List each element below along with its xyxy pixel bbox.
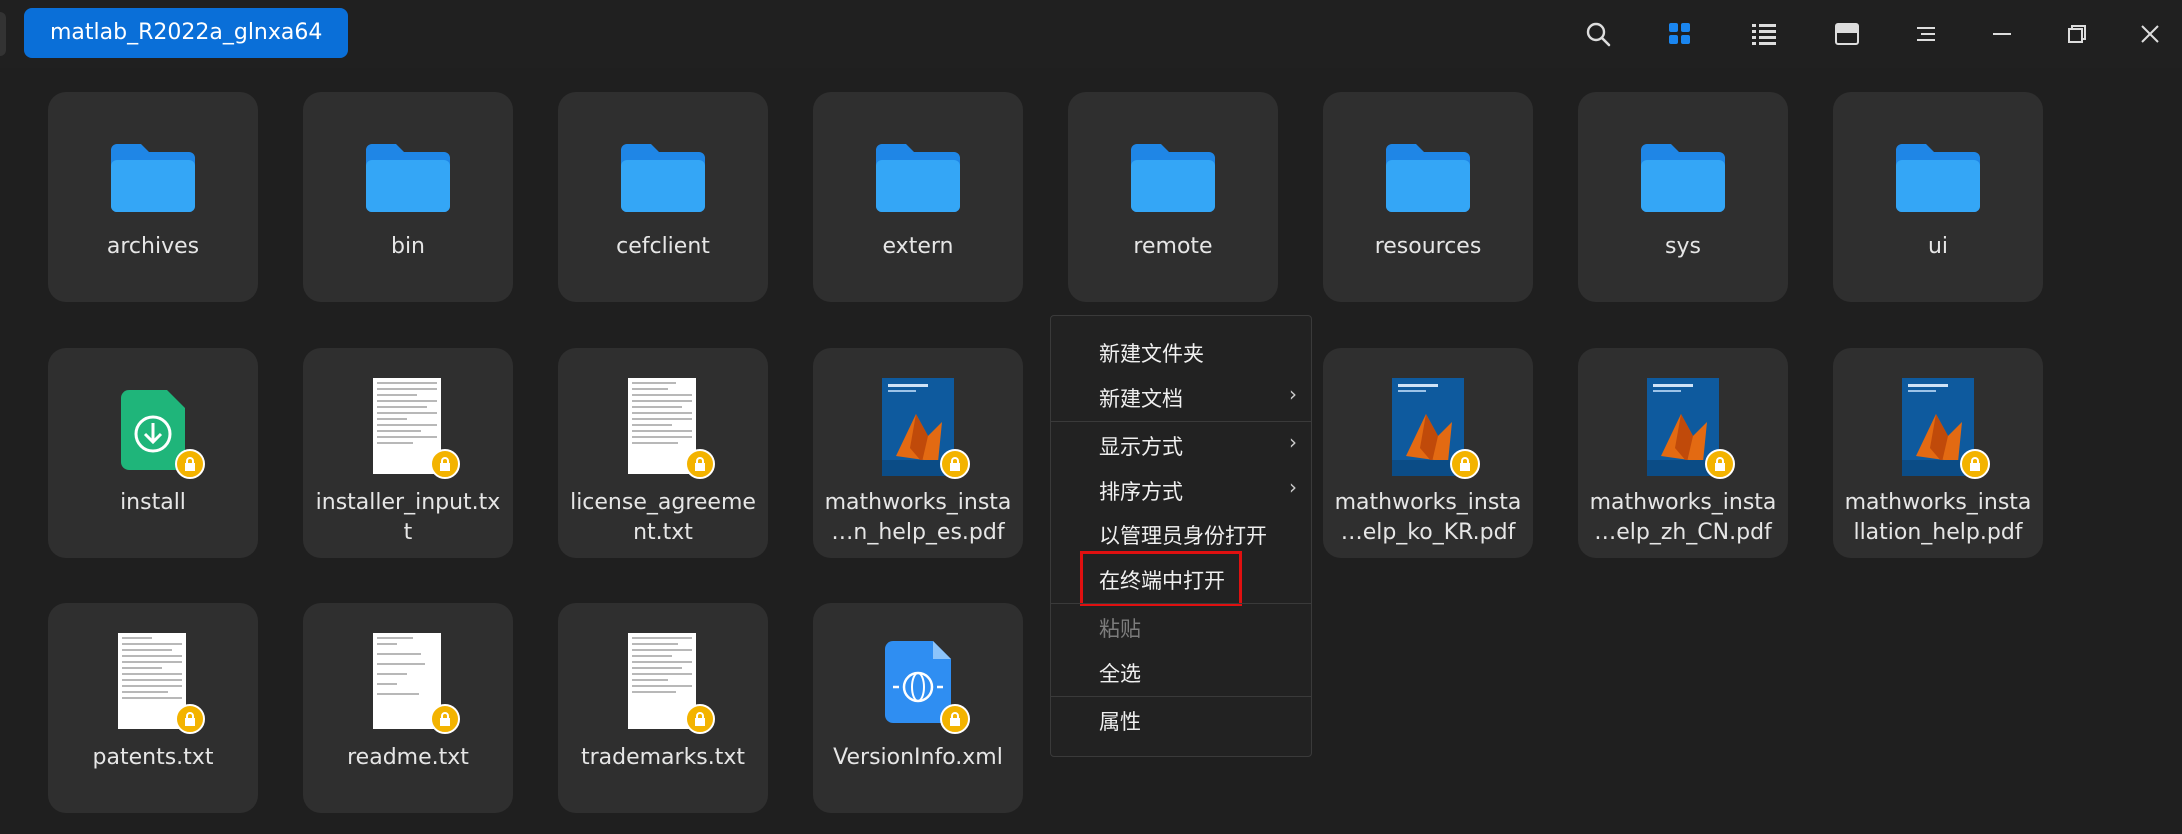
lock-icon <box>685 449 715 479</box>
file-label: installer_input.tx t <box>315 490 501 545</box>
lock-icon <box>430 704 460 734</box>
menu-item-display-mode[interactable]: 显示方式 <box>1099 431 1183 461</box>
file-item-pdf[interactable]: mathworks_insta …elp_zh_CN.pdf <box>1578 348 1788 558</box>
menu-item-open-as-admin[interactable]: 以管理员身份打开 <box>1099 520 1267 550</box>
search-icon[interactable] <box>1576 12 1620 56</box>
file-item-folder[interactable]: remote <box>1068 92 1278 302</box>
file-label: trademarks.txt <box>580 745 746 770</box>
file-label: mathworks_insta …elp_zh_CN.pdf <box>1589 490 1777 545</box>
lock-icon <box>1960 449 1990 479</box>
lock-icon <box>940 449 970 479</box>
file-label: archives <box>106 234 200 259</box>
minimize-icon[interactable] <box>1980 12 2024 56</box>
menu-item-paste: 粘贴 <box>1099 617 1141 641</box>
file-item-installer[interactable]: install <box>48 348 258 558</box>
folder-icon <box>1641 144 1725 212</box>
file-item-pdf[interactable]: mathworks_insta …n_help_es.pdf <box>813 348 1023 558</box>
lock-icon <box>175 449 205 479</box>
file-label: bin <box>390 234 426 259</box>
file-label: ui <box>1927 234 1949 259</box>
menu-item-properties[interactable]: 属性 <box>1099 706 1141 736</box>
file-label: install <box>120 490 186 515</box>
folder-icon <box>111 144 195 212</box>
chevron-right-icon: › <box>1289 382 1297 406</box>
tree-view-icon[interactable] <box>1825 12 1869 56</box>
back-stub[interactable] <box>0 12 6 56</box>
folder-icon <box>1131 144 1215 212</box>
file-label: license_agreeme nt.txt <box>570 490 756 545</box>
file-item-folder[interactable]: extern <box>813 92 1023 302</box>
file-item-text[interactable]: installer_input.tx t <box>303 348 513 558</box>
icon-view-icon[interactable] <box>1658 12 1702 56</box>
list-view-icon[interactable] <box>1742 12 1786 56</box>
highlight-box <box>1080 551 1242 606</box>
close-icon[interactable] <box>2128 12 2172 56</box>
file-item-text[interactable]: trademarks.txt <box>558 603 768 813</box>
file-label: sys <box>1665 234 1701 259</box>
file-item-folder[interactable]: sys <box>1578 92 1788 302</box>
file-label: VersionInfo.xml <box>833 745 1003 770</box>
menu-item-sort-by[interactable]: 排序方式 <box>1099 476 1183 506</box>
menu-icon[interactable] <box>1904 12 1948 56</box>
folder-icon <box>1386 144 1470 212</box>
folder-icon <box>366 144 450 212</box>
menu-item-new-document[interactable]: 新建文档 <box>1099 383 1183 413</box>
lock-icon <box>1450 449 1480 479</box>
file-item-folder[interactable]: ui <box>1833 92 2043 302</box>
menu-separator <box>1051 696 1311 697</box>
file-item-folder[interactable]: bin <box>303 92 513 302</box>
file-item-pdf[interactable]: mathworks_insta …elp_ko_KR.pdf <box>1323 348 1533 558</box>
menu-separator <box>1051 603 1311 604</box>
file-item-pdf[interactable]: mathworks_insta llation_help.pdf <box>1833 348 2043 558</box>
file-label: mathworks_insta llation_help.pdf <box>1844 490 2032 545</box>
folder-icon <box>1896 144 1980 212</box>
file-label: mathworks_insta …elp_ko_KR.pdf <box>1334 490 1522 545</box>
menu-item-select-all[interactable]: 全选 <box>1099 658 1141 688</box>
file-item-text[interactable]: readme.txt <box>303 603 513 813</box>
file-item-folder[interactable]: archives <box>48 92 258 302</box>
file-label: cefclient <box>616 234 710 259</box>
maximize-icon[interactable] <box>2055 12 2099 56</box>
folder-icon <box>621 144 705 212</box>
breadcrumb-current[interactable]: matlab_R2022a_glnxa64 <box>24 8 349 58</box>
file-item-text[interactable]: license_agreeme nt.txt <box>558 348 768 558</box>
lock-icon <box>1705 449 1735 479</box>
lock-icon <box>430 449 460 479</box>
menu-separator <box>1051 421 1311 422</box>
file-item-text[interactable]: patents.txt <box>48 603 258 813</box>
chevron-right-icon: › <box>1289 430 1297 454</box>
file-label: patents.txt <box>92 745 214 770</box>
context-menu: 新建文件夹 新建文档 › 显示方式 › 排序方式 › 以管理员身份打开 在终端中… <box>1050 315 1312 757</box>
lock-icon <box>175 704 205 734</box>
folder-icon <box>876 144 960 212</box>
lock-icon <box>685 704 715 734</box>
file-item-xml[interactable]: VersionInfo.xml <box>813 603 1023 813</box>
file-item-folder[interactable]: cefclient <box>558 92 768 302</box>
chevron-right-icon: › <box>1289 475 1297 499</box>
file-label: remote <box>1133 234 1213 259</box>
menu-item-new-folder[interactable]: 新建文件夹 <box>1099 338 1204 368</box>
lock-icon <box>940 704 970 734</box>
title-bar: matlab_R2022a_glnxa64 <box>0 0 2182 68</box>
file-label: readme.txt <box>347 745 469 770</box>
file-item-folder[interactable]: resources <box>1323 92 1533 302</box>
file-label: mathworks_insta …n_help_es.pdf <box>824 490 1012 545</box>
file-label: resources <box>1374 234 1482 259</box>
file-label: extern <box>882 234 954 259</box>
